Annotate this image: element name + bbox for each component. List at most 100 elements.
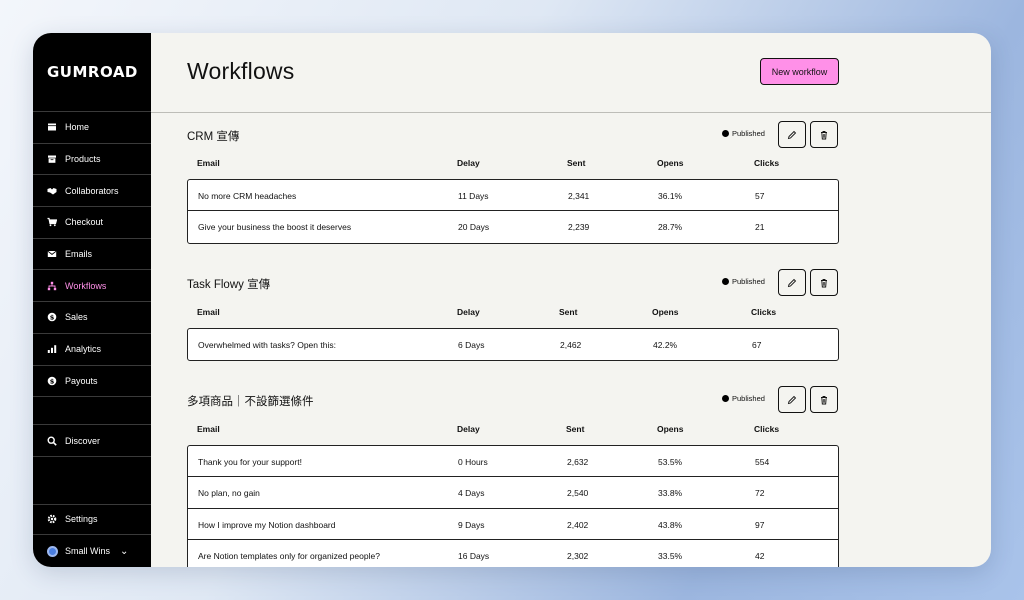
table-row[interactable]: Are Notion templates only for organized … xyxy=(188,540,838,567)
workflow-title[interactable]: 多項商品｜不設篩選條件 xyxy=(187,393,314,409)
delay-value: 9 Days xyxy=(458,519,485,530)
email-subject: Are Notion templates only for organized … xyxy=(198,550,380,561)
search-icon xyxy=(47,436,57,446)
delay-value: 6 Days xyxy=(458,340,485,350)
column-header-delay: Delay xyxy=(457,307,480,317)
sidebar-item-collaborators[interactable]: Collaborators xyxy=(33,175,151,208)
avatar xyxy=(47,545,58,557)
sidebar: GUMROAD Home Products Collaborators Chec… xyxy=(33,33,151,567)
sent-value: 2,302 xyxy=(567,550,589,561)
home-icon xyxy=(47,122,57,132)
sidebar-item-emails[interactable]: Emails xyxy=(33,239,151,271)
status-label: Published xyxy=(732,394,765,403)
column-header-opens: Opens xyxy=(652,307,679,317)
workflow-table: No more CRM headaches 11 Days 2,341 36.1… xyxy=(187,179,839,244)
account-menu[interactable]: Small Wins ⌄ xyxy=(33,535,151,567)
handshake-icon xyxy=(47,186,57,196)
new-workflow-button[interactable]: New workflow xyxy=(760,58,839,85)
page-header: Workflows New workflow xyxy=(151,33,991,113)
clicks-value: 21 xyxy=(755,222,765,233)
main-content: Workflows New workflow CRM 宣傳 Published … xyxy=(151,33,991,567)
delete-button[interactable] xyxy=(810,121,838,148)
column-header-clicks: Clicks xyxy=(751,307,777,317)
email-subject: Give your business the boost it deserves xyxy=(198,222,352,233)
table-row[interactable]: No plan, no gain 4 Days 2,540 33.8% 72 xyxy=(188,477,838,509)
edit-button[interactable] xyxy=(778,386,806,413)
sidebar-item-label: Sales xyxy=(65,312,88,323)
clicks-value: 57 xyxy=(755,191,765,201)
delay-value: 11 Days xyxy=(458,191,489,201)
edit-button[interactable] xyxy=(778,121,806,148)
sidebar-item-label: Analytics xyxy=(65,344,102,355)
email-subject: How I improve my Notion dashboard xyxy=(198,519,336,530)
sidebar-item-home[interactable]: Home xyxy=(33,112,151,144)
status-badge: Published xyxy=(722,394,765,403)
clicks-value: 72 xyxy=(755,488,765,499)
column-header-sent: Sent xyxy=(566,424,585,434)
workflow-title[interactable]: CRM 宣傳 xyxy=(187,128,239,144)
delete-button[interactable] xyxy=(810,386,838,413)
table-row[interactable]: Give your business the boost it deserves… xyxy=(188,211,838,242)
sidebar-item-sales[interactable]: $ Sales xyxy=(33,302,151,334)
column-header-clicks: Clicks xyxy=(754,158,780,168)
clicks-value: 42 xyxy=(755,550,765,561)
account-name: Small Wins xyxy=(65,546,111,557)
sidebar-item-discover[interactable]: Discover xyxy=(33,425,151,457)
sidebar-item-products[interactable]: Products xyxy=(33,144,151,176)
delay-value: 16 Days xyxy=(458,550,490,561)
table-row[interactable]: How I improve my Notion dashboard 9 Days… xyxy=(188,509,838,540)
delete-button[interactable] xyxy=(810,269,838,296)
sent-value: 2,239 xyxy=(568,222,590,233)
sent-value: 2,632 xyxy=(567,457,589,467)
sidebar-item-label: Products xyxy=(65,154,101,165)
status-dot-icon xyxy=(722,395,729,402)
status-dot-icon xyxy=(722,130,729,137)
sidebar-item-label: Collaborators xyxy=(65,185,119,196)
workflow-title[interactable]: Task Flowy 宣傳 xyxy=(187,276,270,292)
column-header-clicks: Clicks xyxy=(754,424,780,434)
clicks-value: 67 xyxy=(752,340,762,350)
sent-value: 2,402 xyxy=(567,519,589,530)
email-subject: Overwhelmed with tasks? Open this: xyxy=(198,340,336,350)
pencil-icon xyxy=(787,130,797,139)
column-header-delay: Delay xyxy=(457,158,480,168)
sidebar-item-settings[interactable]: Settings xyxy=(33,503,151,536)
trash-icon xyxy=(821,395,827,404)
sidebar-spacer xyxy=(33,397,151,426)
column-header-email: Email xyxy=(197,158,220,168)
trash-icon xyxy=(821,278,827,287)
status-badge: Published xyxy=(722,129,765,138)
sidebar-item-checkout[interactable]: Checkout xyxy=(33,207,151,239)
opens-value: 28.7% xyxy=(658,222,683,233)
archive-icon xyxy=(47,154,57,164)
svg-text:$: $ xyxy=(50,377,55,385)
table-row[interactable]: No more CRM headaches 11 Days 2,341 36.1… xyxy=(188,180,838,212)
gumroad-logo[interactable]: GUMROAD xyxy=(33,33,151,112)
opens-value: 53.5% xyxy=(658,457,683,467)
edit-button[interactable] xyxy=(778,269,806,296)
sidebar-bottom: Settings Small Wins ⌄ xyxy=(33,503,151,567)
sidebar-item-analytics[interactable]: Analytics xyxy=(33,334,151,366)
bar-chart-icon xyxy=(47,344,57,354)
sent-value: 2,540 xyxy=(567,488,589,499)
svg-text:$: $ xyxy=(50,314,55,322)
page-title: Workflows xyxy=(187,58,295,84)
workflow-table: Overwhelmed with tasks? Open this: 6 Day… xyxy=(187,328,839,362)
status-badge: Published xyxy=(722,277,765,286)
sidebar-item-payouts[interactable]: $ Payouts xyxy=(33,366,151,398)
app-window: GUMROAD Home Products Collaborators Chec… xyxy=(33,33,991,567)
chevron-down-icon: ⌄ xyxy=(120,545,129,557)
cart-icon xyxy=(47,217,57,227)
delay-value: 4 Days xyxy=(458,488,485,499)
sidebar-item-workflows[interactable]: Workflows xyxy=(33,270,151,303)
opens-value: 33.8% xyxy=(658,488,683,499)
email-subject: No more CRM headaches xyxy=(198,191,297,201)
table-row[interactable]: Overwhelmed with tasks? Open this: 6 Day… xyxy=(188,329,838,360)
diagram-icon xyxy=(47,281,57,291)
table-row[interactable]: Thank you for your support! 0 Hours 2,63… xyxy=(188,446,838,478)
opens-value: 42.2% xyxy=(653,340,678,350)
column-header-opens: Opens xyxy=(657,424,684,434)
sent-value: 2,462 xyxy=(560,340,582,350)
delay-value: 0 Hours xyxy=(458,457,488,467)
sidebar-item-label: Payouts xyxy=(65,375,98,386)
